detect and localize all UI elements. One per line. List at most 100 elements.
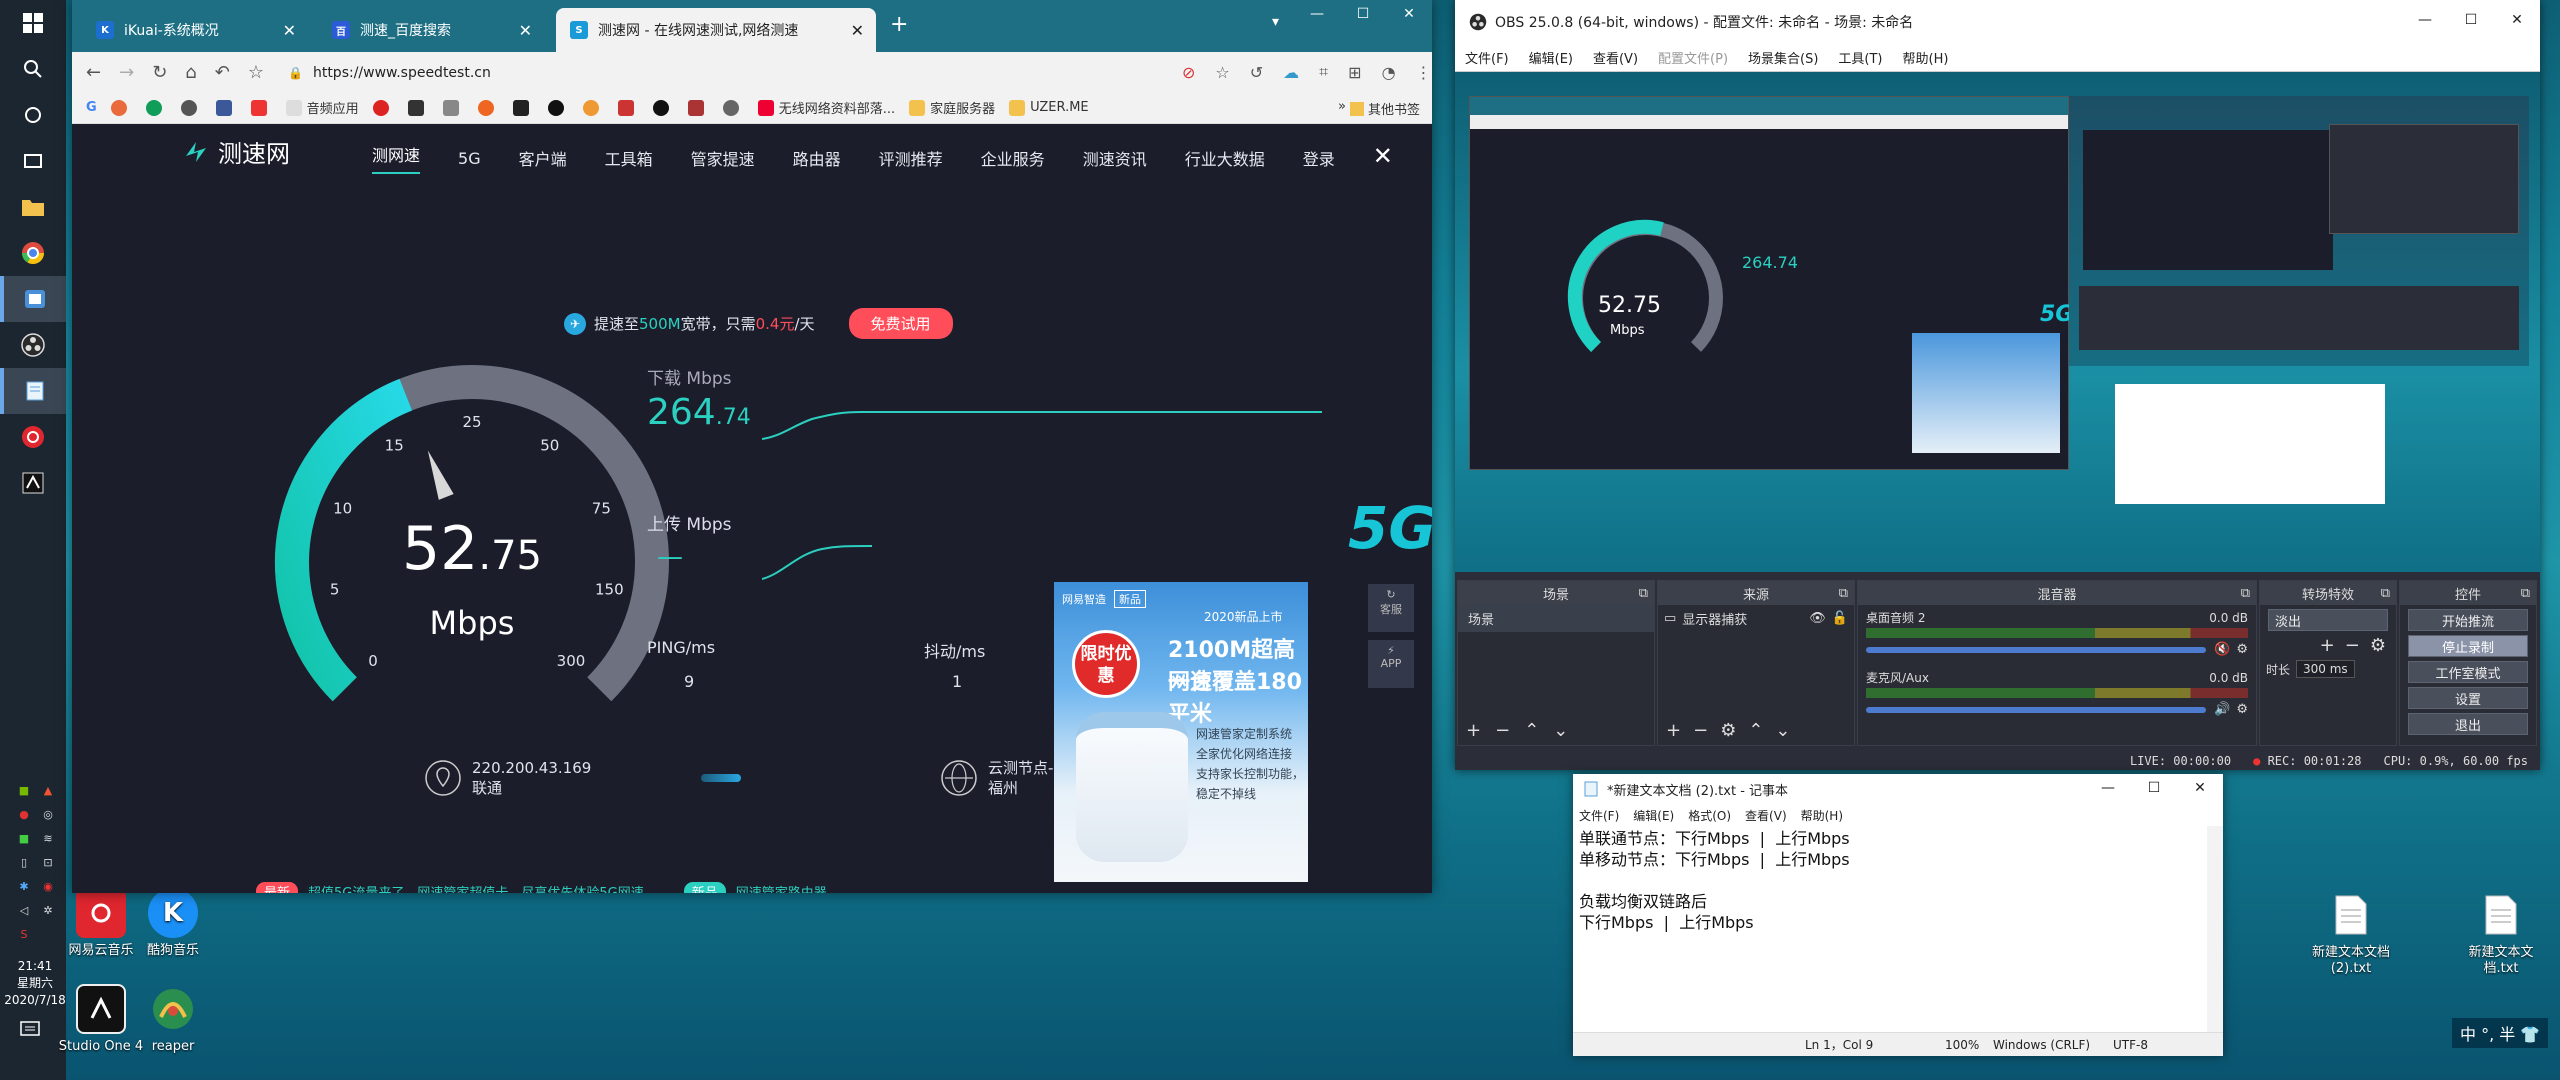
bookmark-2[interactable] <box>145 99 167 116</box>
notepad-menu-format[interactable]: 格式(O) <box>1688 807 1731 824</box>
nav-client[interactable]: 客户端 <box>519 146 567 170</box>
home-icon[interactable]: ⌂ <box>185 62 196 83</box>
bookmark-12[interactable] <box>652 99 674 116</box>
taskbar-obs[interactable] <box>0 322 66 368</box>
tray-volume-icon[interactable]: ◁ <box>14 900 34 920</box>
speaker-icon[interactable]: 🔊 <box>2214 702 2230 717</box>
reload-icon[interactable]: ↻ <box>152 62 167 83</box>
source-settings-icon[interactable]: ⚙ <box>1720 720 1736 741</box>
node-info[interactable]: 云测节点-( 福州 <box>940 758 1059 798</box>
close-button[interactable]: ✕ <box>2177 780 2223 796</box>
studio-mode-button[interactable]: 工作室模式 <box>2408 661 2528 683</box>
undock-icon[interactable]: ⧉ <box>1639 586 1648 601</box>
close-icon[interactable]: ✕ <box>1373 142 1393 170</box>
bookmark-13[interactable] <box>687 99 709 116</box>
settings-button[interactable]: 设置 <box>2408 687 2528 709</box>
taskbar-chrome[interactable] <box>0 230 66 276</box>
extension-icon[interactable]: ⊘ <box>1182 63 1195 82</box>
close-tab-icon[interactable]: ✕ <box>283 21 296 40</box>
nav-speedtest[interactable]: 测网速 <box>372 142 421 174</box>
start-streaming-button[interactable]: 开始推流 <box>2408 609 2528 631</box>
tray-settings-icon[interactable]: ✲ <box>38 900 58 920</box>
notepad-menu-help[interactable]: 帮助(H) <box>1801 807 1843 824</box>
news-text[interactable]: 网速管家路由器 <box>736 882 827 893</box>
free-trial-button[interactable]: 免费试用 <box>848 308 953 339</box>
bookmark-9[interactable] <box>512 99 534 116</box>
move-down-button[interactable]: ⌄ <box>1553 720 1568 741</box>
nav-login[interactable]: 登录 <box>1303 146 1335 170</box>
move-down-button[interactable]: ⌄ <box>1775 720 1790 741</box>
add-source-button[interactable]: + <box>1666 720 1681 741</box>
remove-source-button[interactable]: − <box>1693 720 1708 741</box>
undock-icon[interactable]: ⧉ <box>2241 586 2250 601</box>
bookmark-14[interactable] <box>722 99 744 116</box>
tray-usb-icon[interactable]: ▯ <box>14 852 34 872</box>
tray-app2-icon[interactable]: S <box>14 924 34 944</box>
tray-red-icon[interactable]: ● <box>14 804 34 824</box>
notepad-menu-edit[interactable]: 编辑(E) <box>1633 807 1674 824</box>
obs-menu-scene-collection[interactable]: 场景集合(S) <box>1748 48 1818 67</box>
bookmarks-overflow-icon[interactable]: » <box>1338 99 1346 114</box>
undock-icon[interactable]: ⧉ <box>2381 586 2390 601</box>
profile-icon[interactable]: ◔ <box>1382 63 1396 82</box>
exit-button[interactable]: 退出 <box>2408 713 2528 735</box>
obs-menu-tools[interactable]: 工具(T) <box>1838 48 1882 67</box>
nav-bigdata[interactable]: 行业大数据 <box>1185 146 1265 170</box>
remove-transition-button[interactable]: − <box>2345 635 2360 656</box>
obs-preview[interactable]: 52.75 Mbps 264.74 5G <box>1455 72 2540 572</box>
grid-icon[interactable]: ⊞ <box>1348 63 1361 82</box>
router-ad[interactable]: 网易智造 新品 2020新品上市 限时优惠 2100M超高网速 一台覆盖180平米… <box>1054 582 1308 882</box>
bookmark-5[interactable] <box>372 99 394 116</box>
nav-enterprise[interactable]: 企业服务 <box>981 146 1045 170</box>
tab-baidu[interactable]: 百 测速_百度搜索 ✕ <box>318 8 544 52</box>
bookmark-uzer[interactable]: UZER.ME <box>1009 99 1089 116</box>
undock-icon[interactable]: ⧉ <box>1839 586 1848 601</box>
close-tab-icon[interactable]: ✕ <box>519 21 532 40</box>
bookmark-11[interactable] <box>617 99 639 116</box>
taskbar-studio[interactable] <box>0 460 66 506</box>
menu-dots-icon[interactable]: ⋮ <box>1416 63 1432 82</box>
transition-select[interactable]: 淡出 <box>2268 609 2388 631</box>
bookmark-google[interactable]: G <box>86 100 97 115</box>
nav-5g[interactable]: 5G <box>458 149 481 168</box>
tab-speedtest[interactable]: S 测速网 - 在线网速测试,网络测速 ✕ <box>556 8 876 52</box>
back-icon[interactable]: ← <box>86 62 101 83</box>
taskbar-explorer[interactable] <box>0 184 66 230</box>
volume-slider[interactable] <box>1866 646 2207 653</box>
obs-menu-profile[interactable]: 配置文件(P) <box>1658 48 1728 67</box>
mute-icon[interactable]: 🔇 <box>2214 642 2230 657</box>
tray-app-icon[interactable]: ▲ <box>38 780 58 800</box>
nav-reviews[interactable]: 评测推荐 <box>879 146 943 170</box>
tray-netease-icon[interactable]: ◉ <box>38 876 58 896</box>
start-button[interactable] <box>0 0 66 46</box>
undock-icon[interactable]: ⧉ <box>2521 586 2530 601</box>
track-settings-icon[interactable]: ⚙ <box>2236 702 2248 717</box>
bookmark-3[interactable] <box>180 99 202 116</box>
maximize-button[interactable]: ☐ <box>1340 6 1386 22</box>
notepad-menu-view[interactable]: 查看(V) <box>1745 807 1787 824</box>
other-bookmarks[interactable]: 其他书签 <box>1349 99 1420 118</box>
desktop-file-1[interactable]: 新建文本文档 (2).txt <box>2306 890 2396 977</box>
move-up-button[interactable]: ⌃ <box>1748 720 1763 741</box>
close-button[interactable]: ✕ <box>1386 6 1432 22</box>
notepad-menu-file[interactable]: 文件(F) <box>1579 807 1619 824</box>
bookmark-8[interactable] <box>477 99 499 116</box>
obs-menu-file[interactable]: 文件(F) <box>1465 48 1509 67</box>
bookmark-7[interactable] <box>442 99 464 116</box>
side-app-button[interactable]: ⚡ APP <box>1368 640 1414 688</box>
desktop-icon-kugou[interactable]: K 酷狗音乐 <box>128 888 218 959</box>
obs-menu-help[interactable]: 帮助(H) <box>1903 48 1949 67</box>
close-tab-icon[interactable]: ✕ <box>851 21 864 40</box>
nav-news[interactable]: 测速资讯 <box>1083 146 1147 170</box>
undo-icon[interactable]: ↶ <box>215 62 230 83</box>
transition-settings-icon[interactable]: ⚙ <box>2370 635 2386 656</box>
tab-ikuai[interactable]: K iKuai-系统概况 ✕ <box>82 8 308 52</box>
crop-icon[interactable]: ⌗ <box>1319 62 1328 82</box>
nav-router[interactable]: 路由器 <box>793 146 841 170</box>
bookmark-1[interactable] <box>110 99 132 116</box>
minimize-button[interactable]: — <box>2402 12 2448 28</box>
bookmark-6[interactable] <box>407 99 429 116</box>
nav-tools[interactable]: 工具箱 <box>605 146 653 170</box>
bookmark-icon[interactable]: ☆ <box>1215 63 1229 82</box>
side-service-button[interactable]: ↻ 客服 <box>1368 584 1414 632</box>
